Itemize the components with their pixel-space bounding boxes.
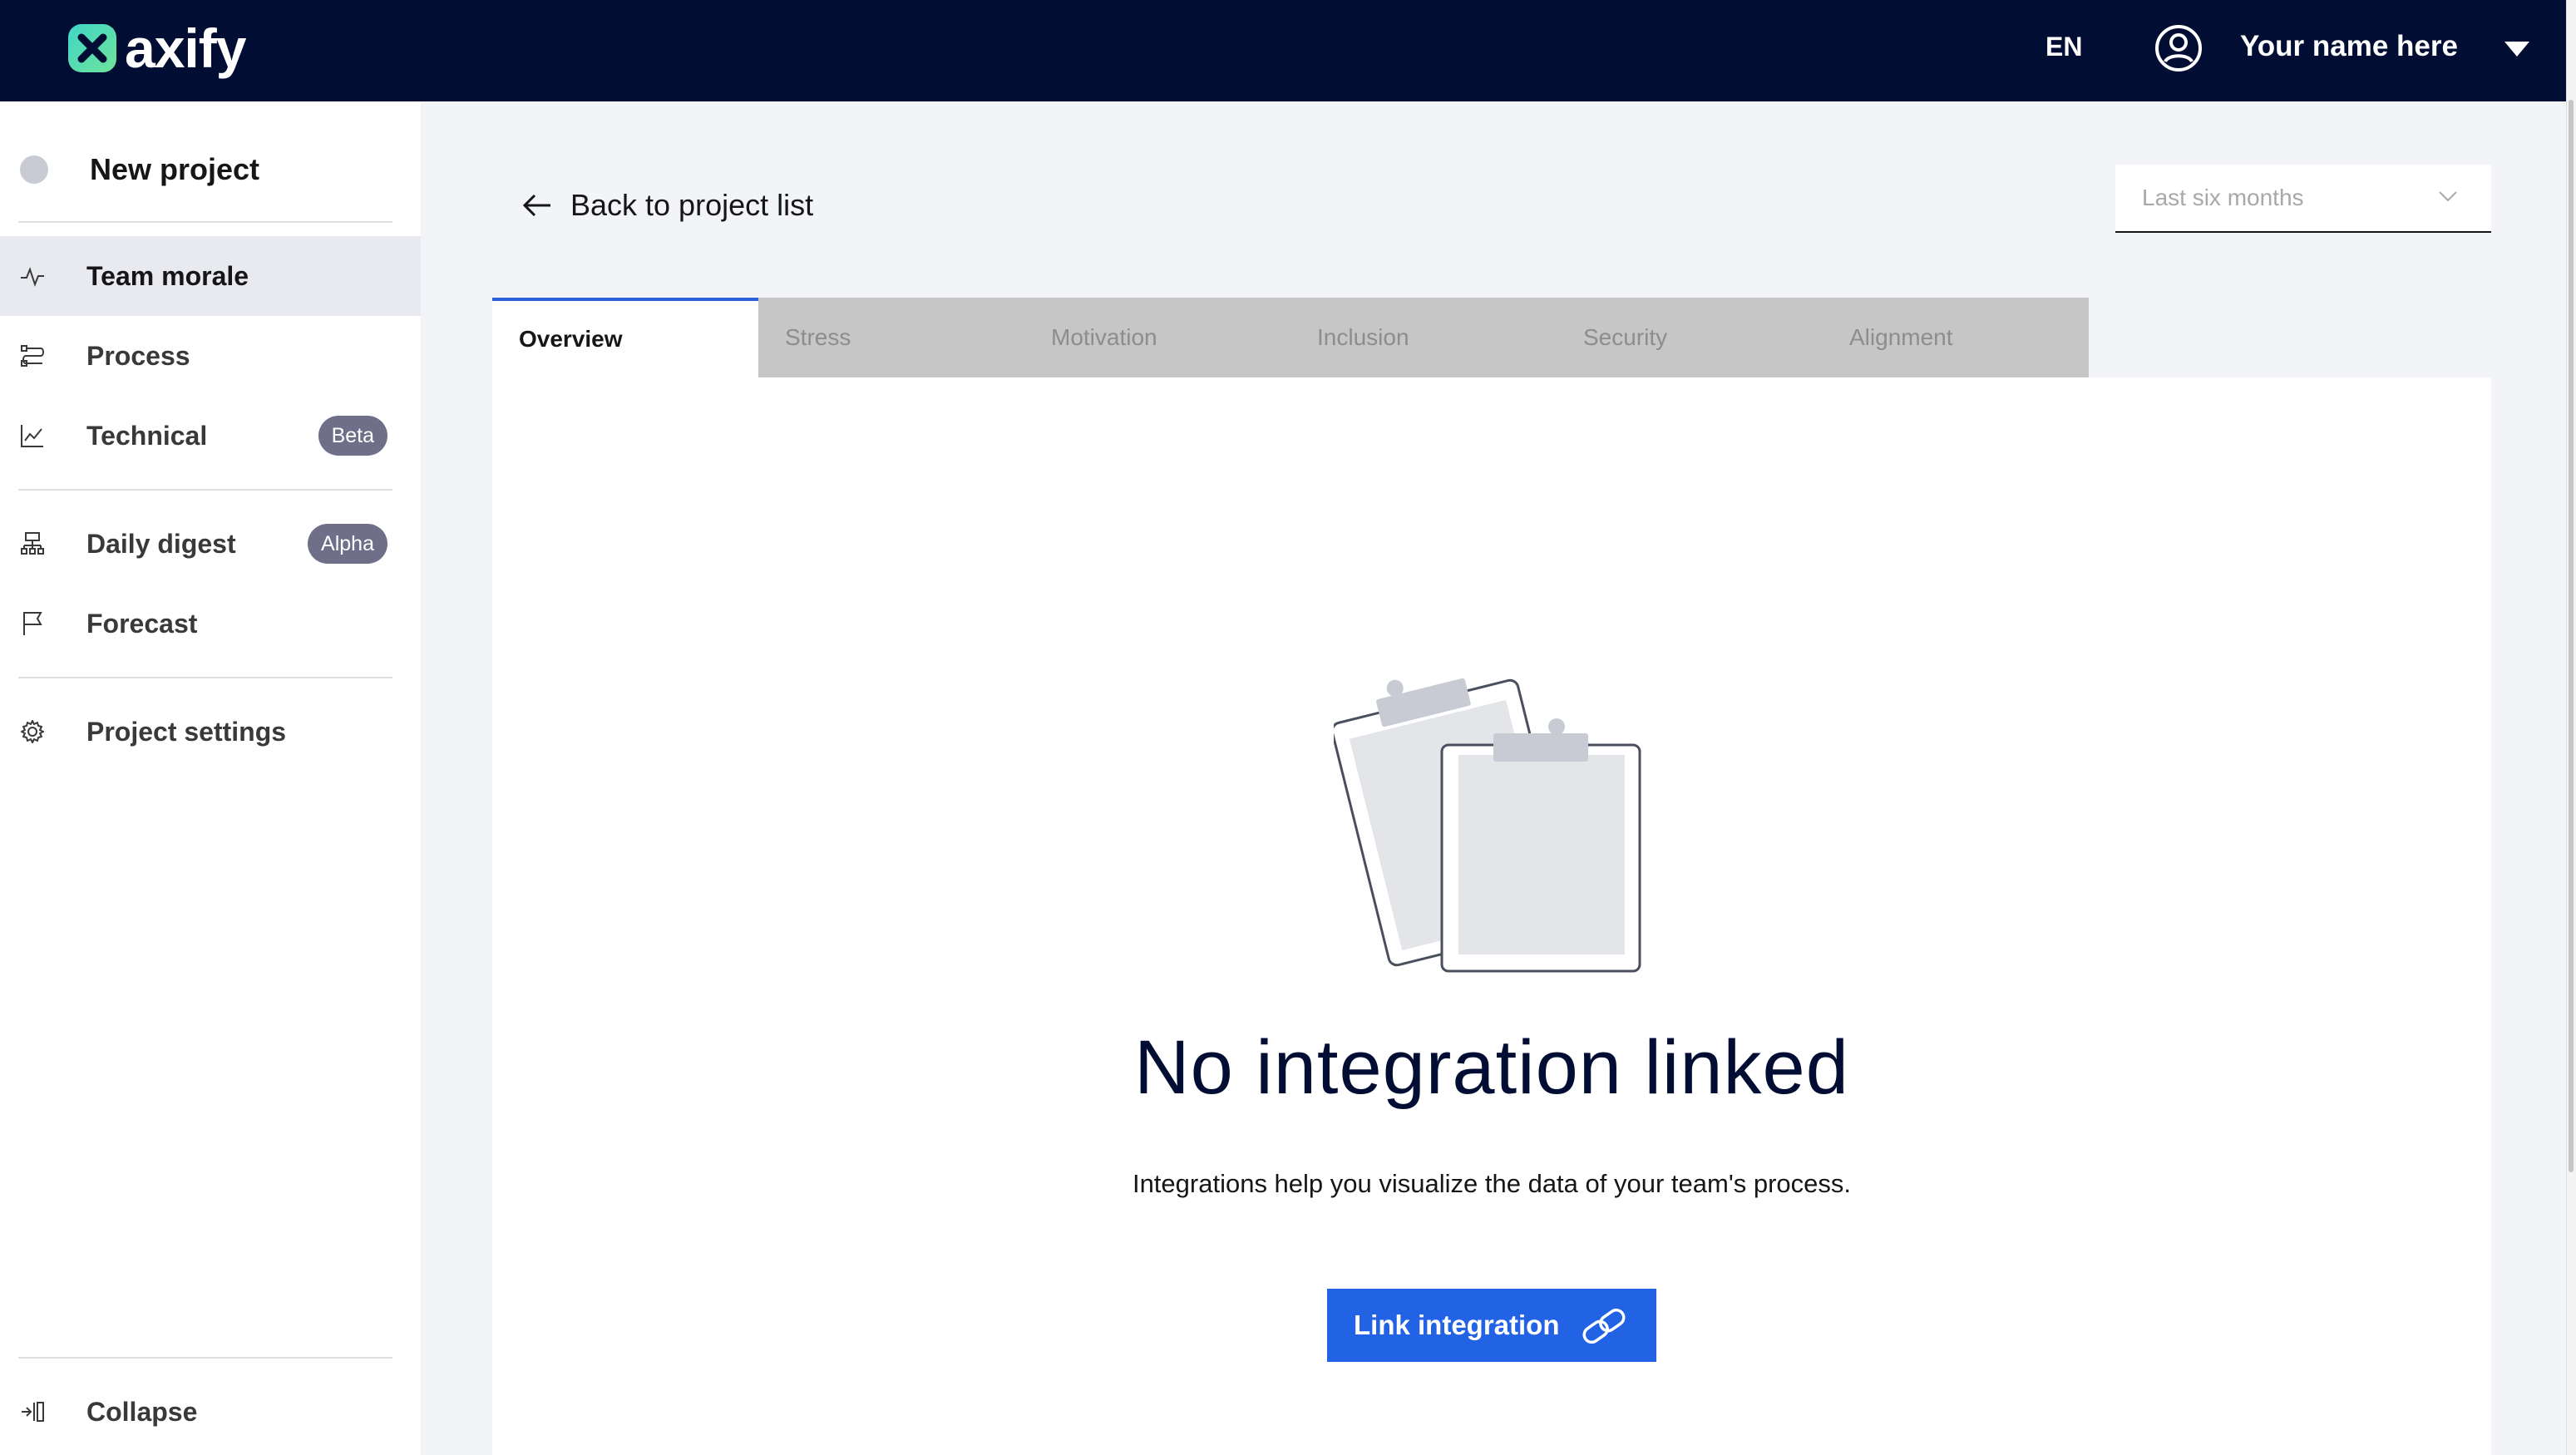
date-range-value: Last six months [2142, 185, 2304, 210]
link-integration-button[interactable]: Link integration [1327, 1289, 1656, 1362]
link-icon [1582, 1308, 1626, 1344]
chevron-down-icon [2439, 191, 2457, 202]
page-scrollbar-thumb[interactable] [2569, 100, 2574, 1172]
clipboards-illustration [1334, 678, 1641, 973]
axify-logo-icon [68, 24, 116, 72]
empty-state-title: No integration linked [1134, 1025, 1849, 1110]
axify-logo[interactable]: axify [67, 17, 246, 79]
sidebar-item-label: Team morale [86, 260, 249, 291]
tab-overview[interactable]: Overview [492, 298, 758, 377]
tab-motivation[interactable]: Motivation [1024, 298, 1290, 377]
date-range-dropdown[interactable]: Last six months [2115, 165, 2491, 233]
sidebar-divider [18, 489, 392, 491]
tab-stress[interactable]: Stress [758, 298, 1024, 377]
sidebar-item-process[interactable]: Process [0, 316, 421, 396]
empty-state-description: Integrations help you visualize the data… [1132, 1169, 1852, 1198]
user-menu-caret-icon[interactable] [2503, 40, 2531, 58]
tab-inclusion[interactable]: Inclusion [1290, 298, 1557, 377]
sidebar-divider [18, 221, 392, 223]
sidebar-item-label: Project settings [86, 716, 287, 747]
alpha-badge: Alpha [308, 524, 387, 564]
gear-icon [18, 718, 47, 746]
tab-alignment[interactable]: Alignment [1823, 298, 2089, 377]
user-name[interactable]: Your name here [2240, 30, 2458, 63]
sidebar-item-project-settings[interactable]: Project settings [0, 692, 421, 772]
sidebar-item-label: Daily digest [86, 528, 236, 559]
sidebar-divider [18, 677, 392, 678]
sidebar-item-daily-digest[interactable]: Daily digest Alpha [0, 504, 421, 584]
project-name: New project [90, 152, 260, 186]
sidebar: New project Team morale Process Technica… [0, 101, 421, 1455]
beta-badge: Beta [318, 416, 387, 456]
user-avatar-icon[interactable] [2154, 23, 2203, 73]
process-icon [18, 342, 47, 370]
sidebar-item-label: Forecast [86, 608, 198, 639]
collapse-label: Collapse [86, 1396, 198, 1427]
top-bar: axify EN Your name here [0, 0, 2566, 101]
tab-bar: Overview Stress Motivation Inclusion Sec… [492, 298, 2089, 377]
link-integration-label: Link integration [1354, 1310, 1560, 1340]
arrow-left-icon [522, 194, 550, 217]
sidebar-item-label: Process [86, 340, 190, 371]
sidebar-item-label: Technical [86, 420, 208, 451]
tab-security[interactable]: Security [1557, 298, 1823, 377]
pulse-icon [18, 262, 47, 290]
sidebar-item-forecast[interactable]: Forecast [0, 584, 421, 663]
hierarchy-icon [18, 530, 47, 558]
sidebar-item-team-morale[interactable]: Team morale [0, 236, 421, 316]
project-header[interactable]: New project [20, 151, 259, 188]
sidebar-collapse-button[interactable]: Collapse [0, 1372, 421, 1452]
project-avatar [20, 155, 48, 184]
back-label: Back to project list [570, 188, 814, 222]
sidebar-item-technical[interactable]: Technical Beta [0, 396, 421, 476]
line-chart-icon [18, 422, 47, 450]
back-to-project-list-link[interactable]: Back to project list [522, 185, 813, 226]
sidebar-divider [18, 1357, 392, 1359]
brand-name: axify [125, 17, 246, 79]
collapse-icon [18, 1398, 47, 1426]
language-selector[interactable]: EN [2046, 32, 2082, 62]
flag-icon [18, 609, 47, 638]
